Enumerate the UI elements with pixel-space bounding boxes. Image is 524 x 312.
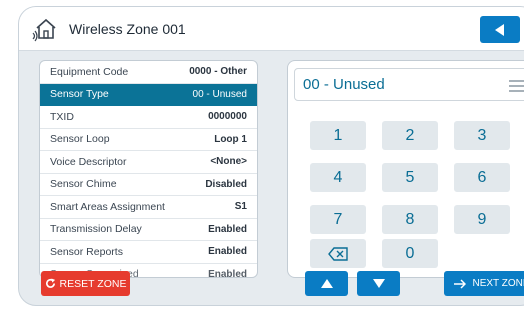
value-display: 00 - Unused [294, 68, 524, 101]
setting-label: TXID [50, 110, 74, 123]
triangle-left-icon [495, 23, 504, 36]
display-value: 00 - Unused [303, 76, 385, 93]
back-button[interactable] [480, 16, 520, 43]
setting-label: Sensor Reports [50, 245, 123, 258]
keypad-key-3[interactable]: 3 [454, 121, 510, 150]
hamburger-menu-icon[interactable] [509, 80, 524, 92]
setting-label: Sensor Chime [50, 178, 117, 191]
backspace-icon [328, 246, 348, 261]
setting-label: Sensor Type [50, 88, 109, 101]
next-zone-button[interactable]: NEXT ZONE [444, 271, 524, 296]
keypad-key-8[interactable]: 8 [382, 205, 438, 234]
keypad-panel: 00 - Unused 1 2 3 4 5 6 7 8 9 0 [287, 60, 524, 278]
setting-row-transmission-delay[interactable]: Transmission Delay Enabled [40, 219, 257, 241]
keypad-key-2[interactable]: 2 [382, 121, 438, 150]
setting-label: Smart Areas Assignment [50, 200, 165, 213]
triangle-up-icon [320, 279, 333, 288]
setting-value: 0000 - Other [189, 66, 247, 78]
setting-row-equipment-code[interactable]: Equipment Code 0000 - Other [40, 61, 257, 84]
setting-row-smart-areas-assignment[interactable]: Smart Areas Assignment S1 [40, 196, 257, 219]
keypad-key-7[interactable]: 7 [310, 205, 366, 234]
page-title: Wireless Zone 001 [69, 21, 186, 37]
setting-value: Enabled [208, 223, 247, 235]
keypad-key-1[interactable]: 1 [310, 121, 366, 150]
refresh-icon [45, 278, 55, 288]
reset-zone-button[interactable]: RESET ZONE [41, 271, 130, 296]
setting-value: 00 - Unused [192, 88, 247, 100]
keypad-key-0[interactable]: 0 [382, 239, 438, 268]
setting-row-voice-descriptor[interactable]: Voice Descriptor <None> [40, 151, 257, 174]
setting-row-txid[interactable]: TXID 0000000 [40, 106, 257, 129]
setting-row-sensor-chime[interactable]: Sensor Chime Disabled [40, 174, 257, 196]
setting-label: Voice Descriptor [50, 155, 127, 168]
setting-label: Transmission Delay [50, 223, 142, 236]
setting-row-sensor-loop[interactable]: Sensor Loop Loop 1 [40, 129, 257, 151]
keypad-key-6[interactable]: 6 [454, 163, 510, 192]
header-bar: Wireless Zone 001 [19, 7, 524, 51]
setting-row-sensor-reports[interactable]: Sensor Reports Enabled [40, 241, 257, 264]
scroll-up-button[interactable] [305, 271, 348, 296]
setting-value: <None> [210, 156, 247, 168]
setting-label: Sensor Loop [50, 133, 110, 146]
keypad-key-5[interactable]: 5 [382, 163, 438, 192]
next-zone-label: NEXT ZONE [472, 278, 524, 289]
house-wireless-icon [31, 14, 61, 44]
backspace-button[interactable] [310, 239, 366, 268]
setting-value: S1 [234, 201, 247, 213]
setting-value: Disabled [205, 178, 247, 190]
keypad-key-9[interactable]: 9 [454, 205, 510, 234]
keypad-key-4[interactable]: 4 [310, 163, 366, 192]
setting-value: 0000000 [208, 111, 247, 123]
setting-label: Equipment Code [50, 65, 129, 78]
setting-value: Enabled [208, 268, 247, 278]
setting-value: Loop 1 [214, 133, 247, 145]
setting-value: Enabled [208, 246, 247, 258]
wireless-zone-screen: Wireless Zone 001 Equipment Code 0000 - … [18, 6, 524, 306]
triangle-down-icon [372, 279, 385, 288]
setting-row-sensor-type[interactable]: Sensor Type 00 - Unused [40, 83, 257, 106]
reset-zone-label: RESET ZONE [59, 277, 127, 290]
zone-settings-list[interactable]: Equipment Code 0000 - Other Sensor Type … [39, 60, 258, 278]
scroll-down-button[interactable] [357, 271, 400, 296]
arrow-right-icon [454, 278, 467, 289]
